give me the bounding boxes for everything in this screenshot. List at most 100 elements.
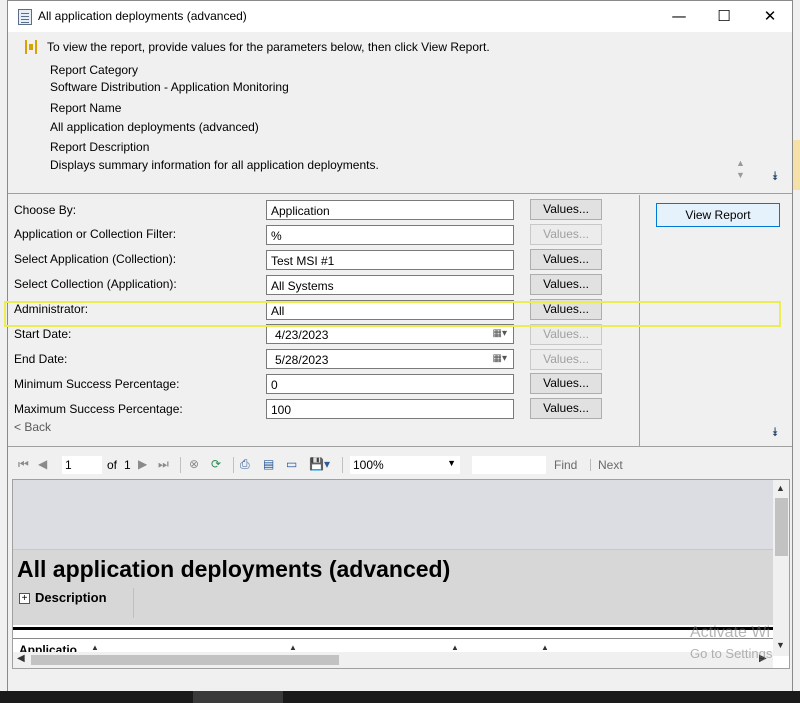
first-page-icon[interactable]: ⏮ [18, 457, 29, 472]
toolbar-separator [342, 457, 343, 473]
report-info-pane: To view the report, provide values for t… [8, 32, 792, 194]
choose-by-values-button[interactable]: Values... [530, 199, 602, 220]
start-date-value: 4/23/2023 [275, 328, 329, 342]
report-toolbar: ⏮ ◀ 1 of 1 ▶ ⏭ ⊗ ⟳ ⎙ ▤ ▭ 💾▾ 100% ▼ Find … [12, 451, 790, 479]
vertical-scrollbar[interactable]: ▲ ▼ [773, 480, 789, 656]
taskbar-active-item[interactable] [193, 691, 283, 703]
end-date-field[interactable]: 5/28/2023 ▦▾ [266, 349, 514, 369]
refresh-icon[interactable]: ⟳ [211, 457, 221, 471]
administrator-values-button[interactable]: Values... [530, 299, 602, 320]
sort-icon[interactable]: ▲ [451, 643, 459, 652]
stop-icon[interactable]: ⊗ [189, 457, 199, 471]
start-date-values-button[interactable]: Values... [530, 324, 602, 345]
info-icon [25, 40, 37, 54]
view-report-button[interactable]: View Report [656, 203, 780, 227]
zoom-select[interactable]: 100% ▼ [350, 456, 460, 474]
select-application-field[interactable]: Test MSI #1 [266, 250, 514, 270]
instruction-text: To view the report, provide values for t… [47, 40, 490, 54]
back-link[interactable]: < Back [14, 420, 51, 434]
report-rule [13, 627, 773, 630]
pin-icon[interactable]: ⯯ [768, 169, 782, 183]
next-link[interactable]: Next [598, 458, 623, 472]
scroll-down-icon[interactable]: ▼ [776, 640, 785, 650]
params-divider [639, 195, 640, 447]
page-of-label: of [107, 458, 118, 472]
background-app-right [792, 0, 800, 703]
toolbar-separator [233, 457, 234, 473]
next-page-icon[interactable]: ▶ [138, 457, 147, 471]
page-setup-icon[interactable]: ▭ [286, 457, 297, 471]
sort-icon[interactable]: ▲ [289, 643, 297, 652]
title-bar: All application deployments (advanced) —… [8, 1, 792, 32]
min-success-field[interactable]: 0 [266, 374, 514, 394]
select-collection-values-button[interactable]: Values... [530, 274, 602, 295]
choose-by-field[interactable]: Application [266, 200, 514, 220]
param-label-select-collection: Select Collection (Application): [14, 277, 177, 291]
min-success-values-button[interactable]: Values... [530, 373, 602, 394]
report-title: All application deployments (advanced) [17, 556, 451, 582]
export-icon[interactable]: 💾▾ [309, 457, 330, 471]
sort-icon[interactable]: ▲ [541, 643, 549, 652]
maximize-button[interactable]: ☐ [701, 1, 747, 32]
params-pin-icon[interactable]: ⯯ [768, 425, 782, 439]
param-label-select-application: Select Application (Collection): [14, 252, 177, 266]
print-layout-icon[interactable]: ▤ [263, 457, 274, 471]
filter-values-button[interactable]: Values... [530, 224, 602, 245]
print-icon[interactable]: ⎙ [240, 457, 250, 472]
find-link[interactable]: Find [554, 458, 577, 472]
description-label: Report Description [50, 140, 150, 154]
horizontal-scroll-thumb[interactable] [31, 655, 339, 665]
end-date-value: 5/28/2023 [275, 353, 329, 367]
minimize-button[interactable]: — [656, 1, 702, 32]
page-number-input[interactable]: 1 [62, 456, 102, 474]
max-success-field[interactable]: 100 [266, 399, 514, 419]
report-name-value: All application deployments (advanced) [50, 120, 259, 134]
window-title: All application deployments (advanced) [38, 9, 247, 23]
calendar-icon[interactable]: ▦▾ [493, 353, 507, 364]
info-scroll-up-icon[interactable]: ▲ [736, 158, 745, 168]
filter-field[interactable]: % [266, 225, 514, 245]
select-collection-field[interactable]: All Systems [266, 275, 514, 295]
horizontal-scrollbar[interactable]: ◀ ▶ [13, 652, 773, 668]
watermark-line2: Go to Settings [690, 646, 773, 661]
background-highlight [792, 140, 800, 190]
info-scroll-down-icon[interactable]: ▼ [736, 170, 745, 180]
param-label-end-date: End Date: [14, 352, 68, 366]
max-success-values-button[interactable]: Values... [530, 398, 602, 419]
last-page-icon[interactable]: ⏭ [158, 457, 169, 472]
close-button[interactable]: ✕ [747, 1, 792, 32]
param-label-start-date: Start Date: [14, 327, 72, 341]
scroll-left-icon[interactable]: ◀ [17, 653, 25, 664]
description-value: Displays summary information for all app… [50, 158, 379, 172]
param-label-choose-by: Choose By: [14, 203, 77, 217]
param-label-min-success: Minimum Success Percentage: [14, 377, 180, 391]
report-render-area: All application deployments (advanced) +… [12, 479, 790, 669]
find-input[interactable] [472, 456, 546, 474]
taskbar [0, 691, 800, 703]
parameters-pane: Choose By: Application Values... Applica… [8, 195, 792, 447]
report-header-band [13, 480, 773, 550]
start-date-field[interactable]: 4/23/2023 ▦▾ [266, 324, 514, 344]
chevron-down-icon: ▼ [447, 458, 456, 468]
scroll-up-icon[interactable]: ▲ [776, 483, 785, 493]
description-toggle-label[interactable]: Description [35, 590, 107, 605]
previous-page-icon[interactable]: ◀ [38, 457, 47, 471]
report-viewer-window: All application deployments (advanced) —… [7, 0, 793, 692]
description-divider [133, 588, 134, 618]
sort-icon[interactable]: ▲ [91, 643, 99, 652]
select-application-values-button[interactable]: Values... [530, 249, 602, 270]
zoom-value: 100% [353, 458, 384, 472]
calendar-icon[interactable]: ▦▾ [493, 328, 507, 339]
param-label-filter: Application or Collection Filter: [14, 227, 177, 241]
toolbar-separator [180, 457, 181, 473]
param-label-administrator: Administrator: [14, 302, 89, 316]
administrator-field[interactable]: All [266, 300, 514, 320]
find-separator [590, 459, 591, 471]
category-label: Report Category [50, 63, 139, 77]
expand-icon[interactable]: + [19, 593, 30, 604]
watermark-line1: Activate Wi [690, 624, 771, 641]
vertical-scroll-thumb[interactable] [775, 498, 788, 556]
page-total: 1 [124, 458, 131, 472]
report-app-icon [18, 9, 32, 25]
end-date-values-button[interactable]: Values... [530, 349, 602, 370]
